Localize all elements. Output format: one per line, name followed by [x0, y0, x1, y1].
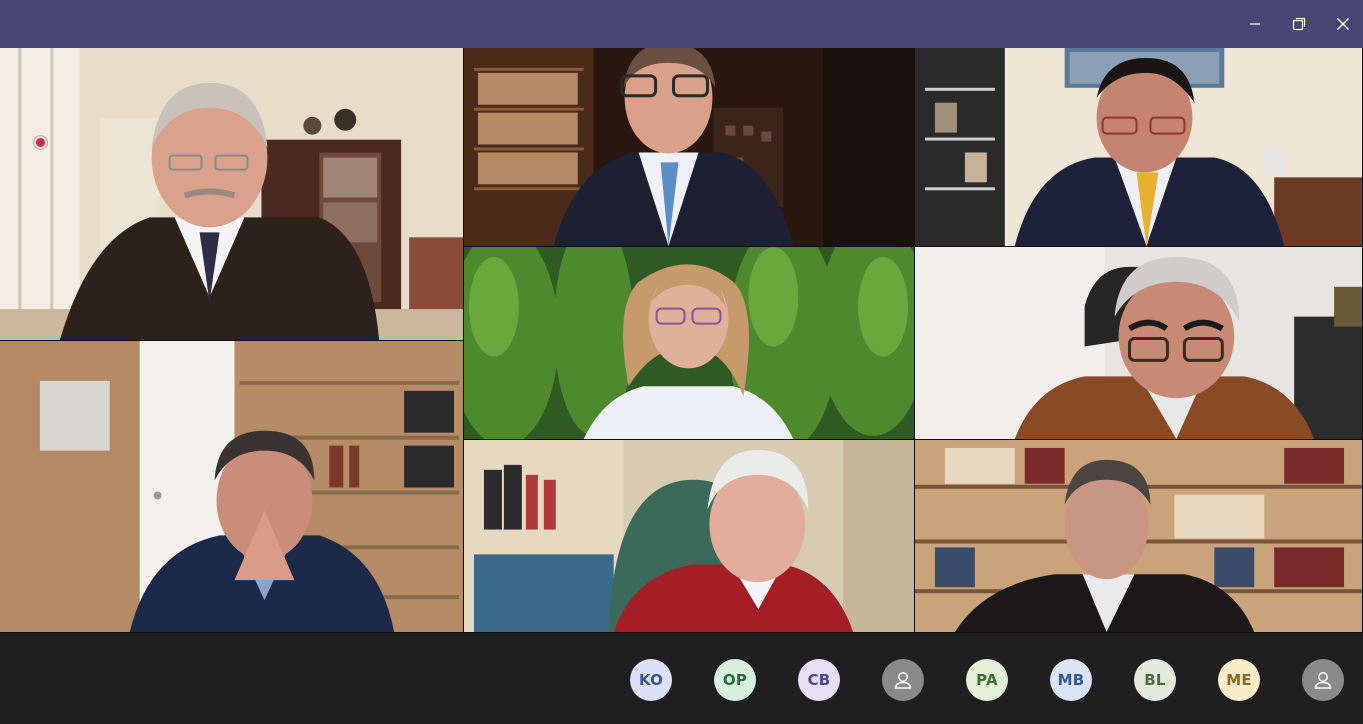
- participant-avatar[interactable]: ME: [1218, 659, 1260, 701]
- avatar-initials: ME: [1226, 671, 1252, 689]
- video-tile-participant[interactable]: [0, 48, 464, 341]
- participant-video: [464, 247, 914, 439]
- video-tile-participant[interactable]: [464, 440, 915, 633]
- participant-avatar[interactable]: OP: [714, 659, 756, 701]
- participant-video: [464, 48, 914, 246]
- participant-video: [0, 341, 463, 632]
- video-tile-participant[interactable]: [915, 48, 1363, 247]
- minimize-icon: [1250, 23, 1260, 25]
- participant-video: [464, 440, 914, 632]
- person-icon: [1314, 672, 1332, 689]
- participant-avatar[interactable]: PA: [966, 659, 1008, 701]
- person-icon: [894, 672, 912, 689]
- video-tile-participant[interactable]: [0, 341, 464, 633]
- video-tile-participant[interactable]: [464, 247, 915, 440]
- participant-video: [0, 48, 463, 340]
- video-tile-participant[interactable]: [915, 247, 1363, 440]
- avatar-initials: KO: [638, 671, 664, 689]
- avatar-initials: BL: [1144, 671, 1166, 689]
- avatar-initials: MB: [1057, 671, 1085, 689]
- participant-video: [915, 247, 1362, 439]
- participant-roster: KO OP CB PA MB BL ME: [0, 633, 1363, 724]
- participant-video: [915, 440, 1362, 632]
- video-tile-participant[interactable]: [464, 48, 915, 247]
- video-tile-participant[interactable]: [915, 440, 1363, 633]
- participant-avatar[interactable]: MB: [1050, 659, 1092, 701]
- close-icon: [1337, 18, 1349, 30]
- minimize-button[interactable]: [1233, 0, 1277, 48]
- participant-avatar[interactable]: CB: [798, 659, 840, 701]
- participant-avatar[interactable]: BL: [1134, 659, 1176, 701]
- recording-indicator: [34, 136, 47, 149]
- participant-avatar[interactable]: [882, 659, 924, 701]
- close-button[interactable]: [1321, 0, 1363, 48]
- video-grid: [0, 48, 1363, 633]
- restore-button[interactable]: [1277, 0, 1321, 48]
- participant-avatar[interactable]: [1302, 659, 1344, 701]
- participant-avatar[interactable]: KO: [630, 659, 672, 701]
- participant-video: [915, 48, 1362, 246]
- avatar-initials: OP: [722, 671, 748, 689]
- title-bar: [0, 0, 1363, 48]
- restore-icon: [1292, 17, 1306, 31]
- avatar-initials: CB: [807, 671, 831, 689]
- avatar-initials: PA: [976, 671, 998, 689]
